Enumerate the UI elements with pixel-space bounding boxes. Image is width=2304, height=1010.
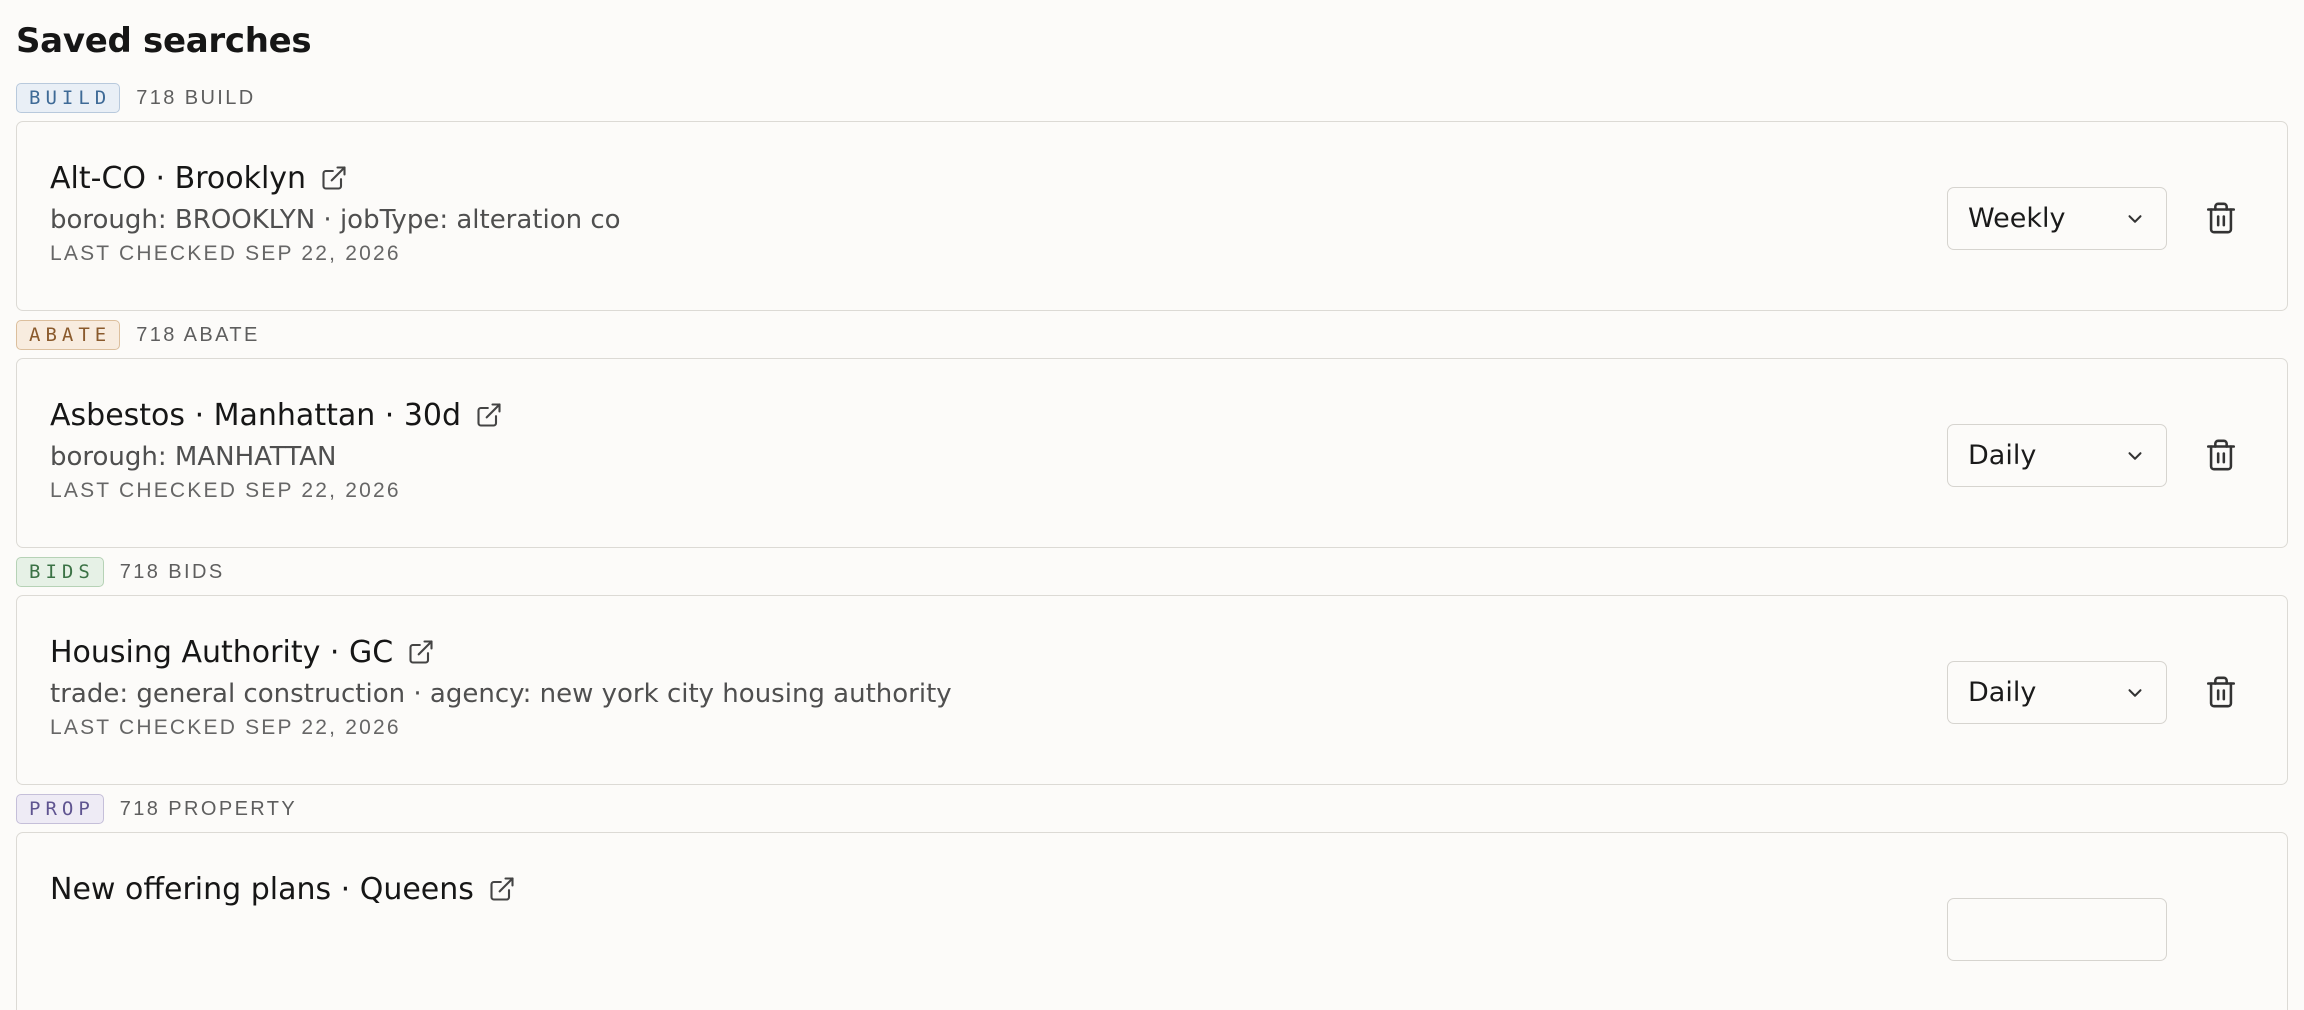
saved-search-criteria: borough: MANHATTAN (50, 442, 337, 472)
frequency-select[interactable]: Daily (1947, 424, 2167, 487)
group-header-bids: BIDS 718 BIDS (16, 555, 2288, 589)
group-tag-abate: ABATE (16, 320, 121, 350)
saved-search-title: Asbestos · Manhattan · 30d (50, 395, 503, 435)
frequency-select-value: Weekly (1968, 203, 2066, 234)
group-header-abate: ABATE 718 ABATE (16, 318, 2288, 352)
saved-search-title-text: Housing Authority · GC (50, 634, 394, 670)
saved-search-last-checked: LAST CHECKED SEP 22, 2026 (50, 479, 401, 502)
group-tag-bids: BIDS (16, 557, 104, 587)
external-link-icon[interactable] (407, 638, 435, 666)
group-tag-build: BUILD (16, 83, 121, 113)
frequency-select[interactable]: Weekly (1947, 187, 2167, 250)
frequency-select[interactable]: Daily (1947, 661, 2167, 724)
trash-icon (2204, 674, 2238, 710)
delete-search-button[interactable] (2204, 437, 2238, 473)
saved-search-info: Housing Authority · GC trade: general co… (50, 632, 952, 740)
delete-search-button[interactable] (2204, 200, 2238, 236)
saved-search-info: Asbestos · Manhattan · 30d borough: MANH… (50, 395, 503, 503)
trash-icon (2204, 437, 2238, 473)
saved-search-title-text: Asbestos · Manhattan · 30d (50, 397, 462, 433)
group-header-build: BUILD 718 BUILD (16, 81, 2288, 115)
saved-search-criteria: borough: BROOKLYN · jobType: alteration … (50, 205, 621, 235)
frequency-select-value: Daily (1968, 440, 2037, 471)
saved-search-info: New offering plans · Queens (50, 869, 516, 909)
external-link-icon[interactable] (475, 401, 503, 429)
saved-search-last-checked: LAST CHECKED SEP 22, 2026 (50, 242, 401, 265)
chevron-down-icon (2124, 682, 2146, 704)
chevron-down-icon (2124, 445, 2146, 467)
group-header-prop: PROP 718 PROPERTY (16, 792, 2288, 826)
saved-search-info: Alt-CO · Brooklyn borough: BROOKLYN · jo… (50, 158, 621, 266)
trash-icon (2204, 200, 2238, 236)
frequency-select-value: Daily (1968, 677, 2037, 708)
delete-search-button[interactable] (2204, 674, 2238, 710)
frequency-select[interactable] (1947, 898, 2167, 961)
chevron-down-icon (2124, 208, 2146, 230)
group-count-label: 718 BUILD (136, 86, 256, 109)
saved-search-card: Asbestos · Manhattan · 30d borough: MANH… (16, 358, 2288, 548)
saved-search-card: Housing Authority · GC trade: general co… (16, 595, 2288, 785)
saved-search-title: Housing Authority · GC (50, 632, 952, 672)
saved-search-title-text: New offering plans · Queens (50, 871, 474, 907)
saved-search-last-checked: LAST CHECKED SEP 22, 2026 (50, 716, 401, 739)
saved-search-title-text: Alt-CO · Brooklyn (50, 160, 307, 196)
saved-search-criteria: trade: general construction · agency: ne… (50, 679, 952, 709)
page-title: Saved searches (16, 21, 312, 61)
group-count-label: 718 PROPERTY (119, 797, 298, 820)
saved-search-card: New offering plans · Queens (16, 832, 2288, 1010)
saved-searches-page: Saved searches BUILD 718 BUILD Alt-CO · … (0, 0, 2304, 1010)
group-tag-prop: PROP (16, 794, 104, 824)
external-link-icon[interactable] (320, 164, 348, 192)
group-count-label: 718 BIDS (119, 560, 225, 583)
group-count-label: 718 ABATE (136, 323, 260, 346)
external-link-icon[interactable] (488, 875, 516, 903)
saved-search-title: Alt-CO · Brooklyn (50, 158, 621, 198)
saved-search-card: Alt-CO · Brooklyn borough: BROOKLYN · jo… (16, 121, 2288, 311)
saved-search-title: New offering plans · Queens (50, 869, 516, 909)
